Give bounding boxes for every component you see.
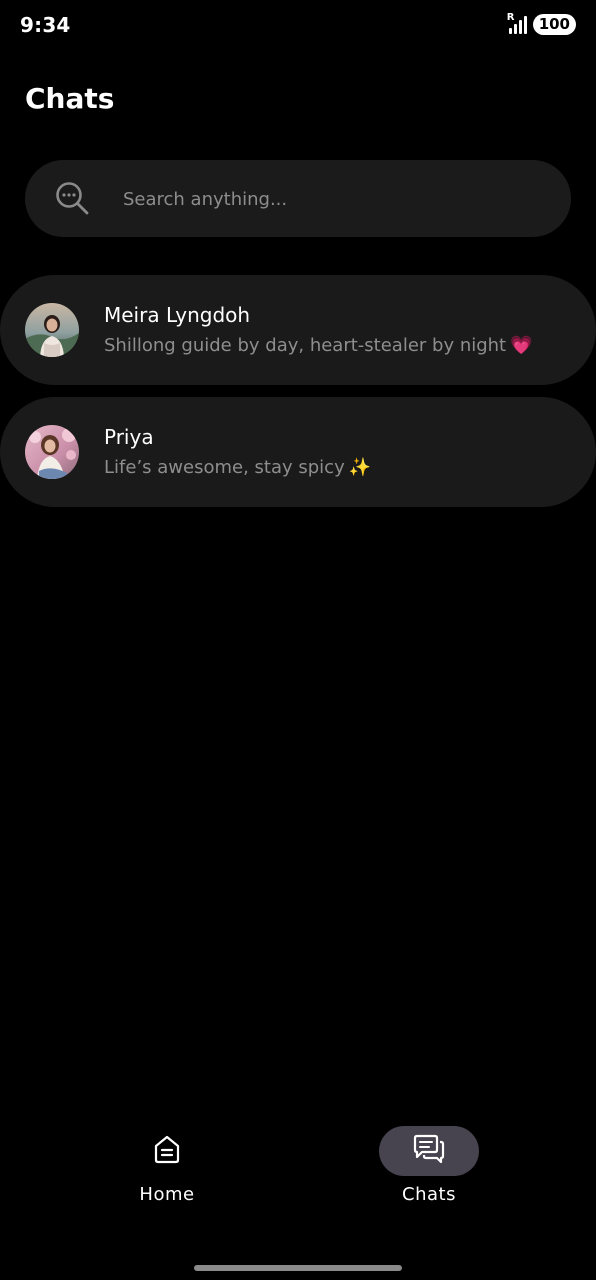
heart-emoji-icon: 💗 — [510, 335, 533, 356]
nav-pill-home — [117, 1126, 217, 1176]
search-input[interactable] — [121, 180, 545, 218]
status-icons: R 100 — [507, 12, 576, 35]
avatar — [25, 425, 79, 479]
search-bar[interactable] — [25, 160, 571, 237]
chat-preview-text: Shillong guide by day, heart-stealer by … — [104, 335, 507, 356]
nav-item-home[interactable]: Home — [107, 1126, 227, 1205]
nav-label-home: Home — [139, 1184, 195, 1205]
signal-bar — [523, 15, 527, 34]
chats-icon — [412, 1133, 446, 1169]
home-indicator[interactable] — [194, 1265, 402, 1271]
battery-indicator: 100 — [532, 14, 576, 35]
chat-name: Meira Lyngdoh — [104, 303, 251, 327]
page-title: Chats — [25, 82, 115, 115]
network-indicator: R — [506, 11, 515, 23]
chat-preview: Shillong guide by day, heart-stealer by … — [104, 335, 533, 356]
home-icon — [151, 1133, 183, 1169]
nav-pill-chats-active — [379, 1126, 479, 1176]
signal-icon: R — [507, 12, 527, 34]
bottom-navigation: Home Chats — [0, 1110, 596, 1250]
chat-name: Priya — [104, 425, 154, 449]
sparkles-emoji-icon: ✨ — [348, 457, 372, 478]
chat-item-priya[interactable]: Priya Life’s awesome, stay spicy ✨ — [0, 397, 596, 507]
nav-item-chats[interactable]: Chats — [369, 1126, 489, 1205]
signal-bar — [508, 27, 512, 34]
status-bar: 9:34 R 100 — [0, 0, 596, 52]
chat-item-meira-lyngdoh[interactable]: Meira Lyngdoh Shillong guide by day, hea… — [0, 275, 596, 385]
avatar — [25, 303, 79, 357]
status-time: 9:34 — [20, 13, 71, 37]
nav-label-chats: Chats — [402, 1184, 456, 1205]
chat-preview-text: Life’s awesome, stay spicy — [104, 457, 345, 478]
chat-preview: Life’s awesome, stay spicy ✨ — [104, 457, 371, 478]
signal-bar — [513, 23, 517, 34]
search-chat-icon — [53, 179, 93, 219]
signal-bar — [518, 19, 522, 34]
